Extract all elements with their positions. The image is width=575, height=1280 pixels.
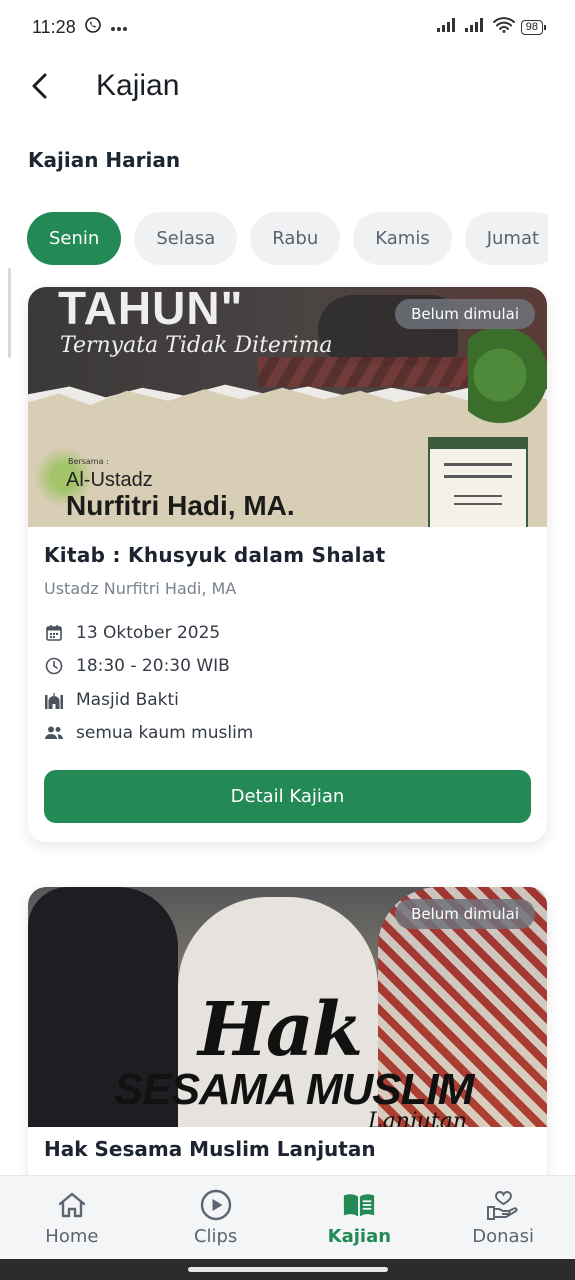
- mosque-icon: [44, 690, 64, 710]
- status-bar: 11:28 98: [0, 0, 575, 54]
- kajian-card: Hak SESAMA MUSLIM Lanjutan Belum dimulai…: [28, 887, 547, 1187]
- wifi-icon: [492, 16, 515, 38]
- app-bar: Kajian: [0, 54, 575, 118]
- calendar-icon: [44, 623, 64, 643]
- battery-icon: 98: [520, 19, 547, 35]
- status-time: 11:28: [32, 16, 76, 37]
- more-icon: [110, 17, 128, 37]
- signal-icon: [464, 17, 487, 37]
- banner-bersama: Bersama :: [68, 457, 109, 466]
- banner-text: TAHUN": [58, 287, 244, 334]
- info-location-text: Masjid Bakti: [76, 689, 179, 710]
- chevron-left-icon: [32, 73, 47, 99]
- book-cover-image: [428, 437, 528, 527]
- kajian-speaker: Ustadz Nurfitri Hadi, MA: [44, 579, 237, 598]
- info-location: Masjid Bakti: [44, 683, 531, 717]
- banner-text: Hak: [198, 987, 363, 1073]
- day-chips: Senin Selasa Rabu Kamis Jumat: [27, 212, 548, 266]
- kajian-title: Hak Sesama Muslim Lanjutan: [44, 1137, 376, 1161]
- kajian-info-list: 13 Oktober 2025 18:30 - 20:30 WIB Masjid…: [44, 616, 531, 750]
- info-time-text: 18:30 - 20:30 WIB: [76, 656, 230, 677]
- page-title: Kajian: [96, 69, 180, 102]
- info-date-text: 13 Oktober 2025: [76, 622, 221, 643]
- kajian-banner: Hak SESAMA MUSLIM Lanjutan Belum dimulai: [28, 887, 547, 1127]
- play-circle-icon: [199, 1188, 233, 1222]
- back-button[interactable]: [10, 56, 70, 116]
- kajian-banner: TAHUN" Ternyata Tidak Diterima Bersama :…: [28, 287, 547, 527]
- people-icon: [44, 723, 64, 743]
- section-title: Kajian Harian: [28, 148, 181, 172]
- system-gesture-bar: [0, 1259, 575, 1280]
- whatsapp-icon: [84, 16, 102, 39]
- chip-jumat[interactable]: Jumat: [464, 212, 548, 265]
- banner-speaker-name: Nurfitri Hadi, MA.: [66, 490, 295, 521]
- donate-hand-icon: [486, 1188, 520, 1222]
- kajian-card: TAHUN" Ternyata Tidak Diterima Bersama :…: [28, 287, 547, 842]
- nav-home-label: Home: [45, 1226, 99, 1247]
- home-icon: [55, 1188, 89, 1222]
- info-date: 13 Oktober 2025: [44, 616, 531, 650]
- nav-home[interactable]: Home: [0, 1176, 144, 1259]
- chip-senin[interactable]: Senin: [27, 212, 122, 265]
- nav-donasi-label: Donasi: [472, 1226, 534, 1247]
- info-time: 18:30 - 20:30 WIB: [44, 650, 531, 684]
- scroll-indicator[interactable]: [8, 268, 11, 358]
- bottom-nav: Home Clips Kajian Donasi: [0, 1175, 575, 1259]
- info-audience-text: semua kaum muslim: [76, 723, 254, 744]
- kajian-title: Kitab : Khusyuk dalam Shalat: [44, 543, 386, 567]
- nav-kajian[interactable]: Kajian: [288, 1176, 432, 1259]
- status-badge: Belum dimulai: [395, 299, 535, 329]
- status-badge: Belum dimulai: [395, 899, 535, 929]
- card-body: Kitab : Khusyuk dalam Shalat Ustadz Nurf…: [28, 527, 547, 842]
- chip-rabu[interactable]: Rabu: [250, 212, 341, 265]
- book-icon: [342, 1188, 376, 1222]
- detail-kajian-button[interactable]: Detail Kajian: [44, 770, 531, 823]
- nav-clips[interactable]: Clips: [144, 1176, 288, 1259]
- info-audience: semua kaum muslim: [44, 717, 531, 751]
- banner-subtitle: SESAMA MUSLIM: [114, 1065, 474, 1114]
- banner-lanjutan: Lanjutan: [368, 1109, 468, 1127]
- nav-kajian-label: Kajian: [327, 1226, 392, 1247]
- signal-icon: [436, 17, 459, 37]
- nav-clips-label: Clips: [193, 1226, 238, 1247]
- chip-selasa[interactable]: Selasa: [134, 212, 238, 265]
- clock-icon: [44, 656, 64, 676]
- banner-al-ustadz: Al-Ustadz: [66, 469, 153, 491]
- nav-donasi[interactable]: Donasi: [431, 1176, 575, 1259]
- gesture-pill[interactable]: [188, 1267, 388, 1272]
- chip-kamis[interactable]: Kamis: [353, 212, 452, 265]
- banner-subtitle: Ternyata Tidak Diterima: [60, 333, 333, 358]
